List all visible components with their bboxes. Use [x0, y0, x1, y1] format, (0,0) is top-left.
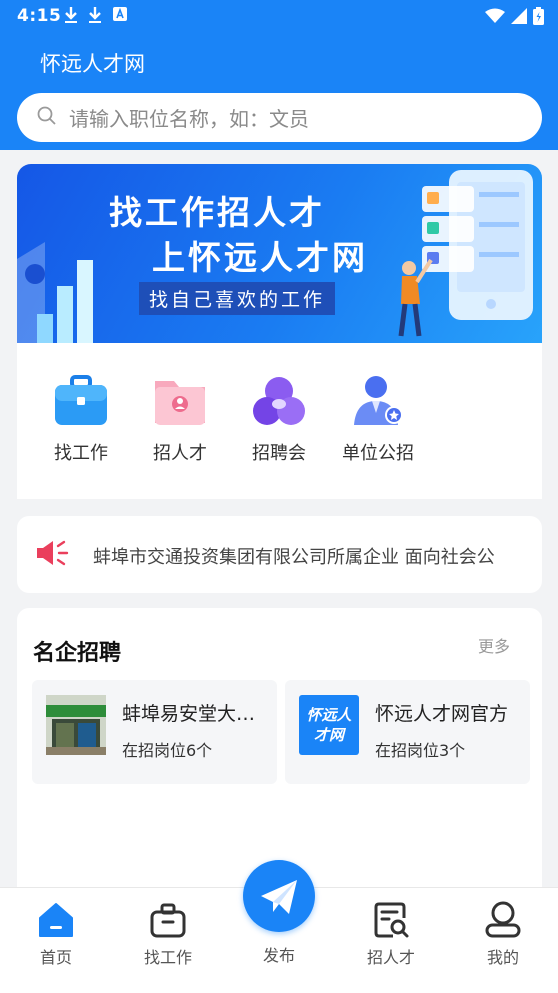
quick-menu-find-job[interactable]: 找工作: [36, 373, 126, 465]
quick-menu-label: 找工作: [54, 443, 108, 464]
banner-headline-1: 找工作招人才: [109, 193, 325, 232]
nav-label: 首页: [39, 948, 72, 967]
quick-menu-recruit[interactable]: 招人才: [135, 373, 225, 465]
nav-label: 发布: [262, 946, 295, 965]
quick-menu-label: 单位公招: [342, 443, 414, 464]
nav-find-job[interactable]: 找工作: [123, 900, 213, 968]
nav-recruit[interactable]: 招人才: [346, 900, 436, 968]
status-time: 4:15: [17, 6, 62, 26]
download-icon: [64, 6, 78, 28]
status-system-icons: [485, 7, 544, 30]
job-fair-icon: [251, 373, 307, 429]
promo-banner[interactable]: 找工作招人才 上怀远人才网 找自己喜欢的工作: [17, 164, 542, 343]
quick-menu-job-fair[interactable]: 招聘会: [234, 373, 324, 465]
briefcase-icon: [148, 900, 188, 940]
search-icon: [37, 106, 57, 130]
wifi-icon: [485, 8, 505, 29]
open-positions-count: 在招岗位6个: [122, 741, 213, 760]
search-input[interactable]: 请输入职位名称，如：文员: [17, 93, 542, 142]
nav-label: 找工作: [143, 948, 192, 967]
person-folder-icon: [152, 373, 208, 429]
resume-search-icon: [371, 900, 411, 940]
app-badge-icon: [112, 6, 128, 28]
open-positions-count: 在招岗位3个: [375, 741, 466, 760]
publish-button[interactable]: [243, 860, 315, 932]
more-link[interactable]: 更多: [478, 633, 510, 657]
search-placeholder: 请输入职位名称，如：文员: [69, 107, 309, 131]
nav-profile[interactable]: 我的: [458, 900, 548, 968]
header: 4:15 怀远人才网 请输入职位名称，如：文员: [0, 0, 558, 150]
company-logo: 怀远人才网: [299, 695, 359, 755]
banner-subtitle: 找自己喜欢的工作: [139, 282, 336, 315]
signal-icon: [511, 8, 527, 29]
briefcase-icon: [53, 373, 109, 429]
notice-bar[interactable]: 蚌埠市交通投资集团有限公司所属企业 面向社会公: [17, 516, 542, 593]
company-name: 怀远人才网官方: [375, 703, 509, 725]
nav-label: 招人才: [366, 948, 415, 967]
quick-menu: 找工作 招人才 招聘会 单位公招: [17, 343, 542, 499]
banner-headline-2: 上怀远人才网: [152, 238, 368, 277]
quick-menu-label: 招人才: [153, 443, 207, 464]
notice-text: 蚌埠市交通投资集团有限公司所属企业 面向社会公: [93, 547, 495, 568]
user-icon: [483, 900, 523, 940]
battery-icon: [533, 7, 544, 30]
quick-menu-label: 招聘会: [252, 443, 306, 464]
quick-menu-public-recruit[interactable]: 单位公招: [333, 373, 423, 465]
official-user-icon: [350, 373, 406, 429]
company-logo: [46, 695, 106, 755]
section-title: 名企招聘: [33, 641, 122, 666]
app-title: 怀远人才网: [40, 52, 145, 76]
status-notification-icons: [64, 6, 128, 28]
company-name: 蚌埠易安堂大…: [122, 703, 256, 725]
paper-plane-icon: [261, 880, 297, 914]
nav-home[interactable]: 首页: [11, 900, 101, 968]
status-bar: 4:15: [0, 0, 558, 32]
download-icon: [88, 6, 102, 28]
nav-label: 我的: [486, 948, 519, 967]
home-icon: [36, 900, 76, 940]
featured-companies-section: 名企招聘 更多 蚌埠易安堂大… 在招岗位6个 怀远人才网 怀远人才网官方 在招岗…: [17, 608, 542, 898]
megaphone-icon: [35, 538, 69, 568]
company-card[interactable]: 蚌埠易安堂大… 在招岗位6个: [32, 680, 277, 784]
company-logo-text: 怀远人才网: [306, 706, 352, 744]
company-card[interactable]: 怀远人才网 怀远人才网官方 在招岗位3个: [285, 680, 530, 784]
